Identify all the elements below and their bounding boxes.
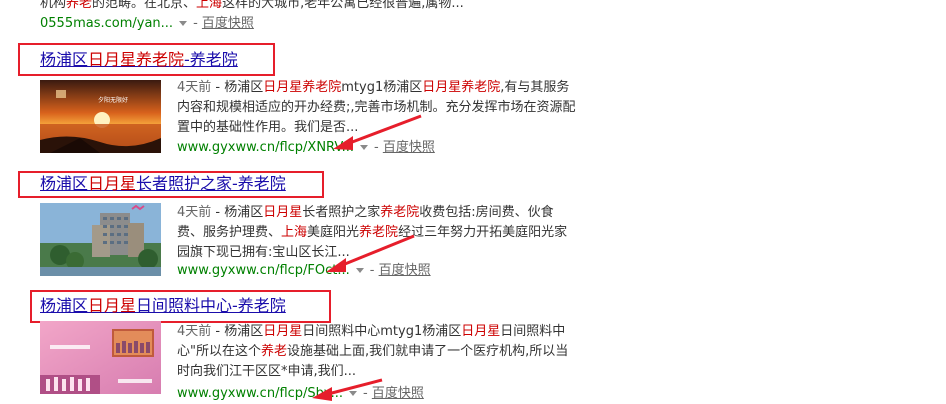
result-description: 4天前 - 杨浦区日月星长者照护之家养老院收费包括:房间费、伙食费、服务护理费、… bbox=[177, 203, 577, 263]
result-age: 4天前 bbox=[177, 324, 212, 339]
desc-highlight: 日月星养老院 bbox=[263, 80, 342, 95]
thumb-caption: 夕阳无限好 bbox=[98, 96, 128, 104]
snapshot-link[interactable]: 百度快照 bbox=[379, 263, 431, 278]
url-dropdown-caret-icon[interactable] bbox=[359, 145, 368, 150]
top-result-snippet: 机构养老的范畴。在北京、上海这样的大城市,老年公寓已经很普遍,属物... bbox=[40, 0, 480, 14]
url-dropdown-caret-icon[interactable] bbox=[349, 391, 357, 396]
result-title-link[interactable]: 杨浦区日月星日间照料中心-养老院 bbox=[40, 296, 286, 316]
result-title-link[interactable]: 杨浦区日月星长者照护之家-养老院 bbox=[40, 174, 286, 194]
result-url[interactable]: www.gyxww.cn/flcp/Sbv... bbox=[177, 386, 343, 401]
snapshot-link[interactable]: 百度快照 bbox=[202, 16, 254, 31]
desc-highlight: 上海 bbox=[281, 225, 308, 240]
snapshot-link[interactable]: 百度快照 bbox=[383, 140, 435, 155]
title-part: 杨浦区 bbox=[40, 50, 89, 69]
desc-highlight: 日月星 bbox=[263, 324, 303, 339]
result-url[interactable]: 0555mas.com/yan... bbox=[40, 16, 173, 31]
url-dropdown-caret-icon[interactable] bbox=[179, 21, 188, 26]
result-url-line: www.gyxww.cn/flcp/FOct... - 百度快照 bbox=[177, 263, 431, 278]
snippet-highlight: 养老 bbox=[66, 0, 93, 11]
sunset-image: 夕阳无限好 bbox=[40, 80, 161, 153]
snippet-text: 这样的大城市,老年公寓已经很普遍,属物... bbox=[222, 0, 464, 11]
title-highlight: 日月星 bbox=[88, 174, 137, 193]
result-url[interactable]: www.gyxww.cn/flcp/XNRV... bbox=[177, 140, 354, 155]
desc-text: - 杨浦区 bbox=[211, 205, 264, 220]
snippet-text: 机构 bbox=[40, 0, 67, 11]
top-result-url-line: 0555mas.com/yan... - 百度快照 bbox=[40, 16, 254, 31]
result-age: 4天前 bbox=[177, 80, 212, 95]
result-description: 4天前 - 杨浦区日月星养老院mtyg1杨浦区日月星养老院,有与其服务内容和规模… bbox=[177, 78, 577, 138]
title-part: -养老院 bbox=[184, 50, 238, 69]
desc-highlight: 日月星 bbox=[263, 205, 303, 220]
url-dropdown-caret-icon[interactable] bbox=[355, 268, 364, 273]
snippet-text: 的范畴。在北京、 bbox=[92, 0, 197, 11]
snippet-highlight: 上海 bbox=[196, 0, 223, 11]
desc-text: mtyg1杨浦区 bbox=[341, 80, 423, 95]
title-highlight: 日月星 bbox=[88, 296, 137, 315]
desc-text: - 杨浦区 bbox=[211, 80, 264, 95]
result-url-line: www.gyxww.cn/flcp/Sbv... - 百度快照 bbox=[177, 386, 424, 401]
desc-highlight: 日月星养老院 bbox=[422, 80, 501, 95]
result-title-link[interactable]: 杨浦区日月星养老院-养老院 bbox=[40, 50, 238, 70]
desc-highlight: 养老 bbox=[260, 344, 287, 359]
result-url[interactable]: www.gyxww.cn/flcp/FOct... bbox=[177, 263, 350, 278]
result-thumbnail[interactable]: 夕阳无限好 bbox=[40, 80, 161, 153]
title-part: 杨浦区 bbox=[40, 296, 89, 315]
desc-highlight: 养老院 bbox=[380, 205, 420, 220]
desc-highlight: 养老院 bbox=[359, 225, 399, 240]
desc-highlight: 日月星 bbox=[461, 324, 501, 339]
desc-text: 长者照护之家 bbox=[302, 205, 381, 220]
result-thumbnail[interactable] bbox=[40, 203, 161, 276]
title-part: 杨浦区 bbox=[40, 174, 89, 193]
result-description: 4天前 - 杨浦区日月星日间照料中心mtyg1杨浦区日月星日间照料中心"所以在这… bbox=[177, 322, 577, 382]
group-photo-image bbox=[40, 321, 161, 394]
result-age: 4天前 bbox=[177, 205, 212, 220]
desc-text: - 杨浦区 bbox=[211, 324, 264, 339]
building-image bbox=[40, 203, 161, 276]
title-part: 日间照料中心-养老院 bbox=[136, 296, 286, 315]
result-thumbnail[interactable] bbox=[40, 321, 161, 394]
desc-text: 美庭阳光 bbox=[307, 225, 360, 240]
title-part: 长者照护之家-养老院 bbox=[136, 174, 286, 193]
title-highlight: 日月星养老院 bbox=[88, 50, 185, 69]
desc-text: 日间照料中心mtyg1杨浦区 bbox=[302, 324, 462, 339]
snapshot-link[interactable]: 百度快照 bbox=[372, 386, 424, 401]
result-url-line: www.gyxww.cn/flcp/XNRV... - 百度快照 bbox=[177, 140, 435, 155]
